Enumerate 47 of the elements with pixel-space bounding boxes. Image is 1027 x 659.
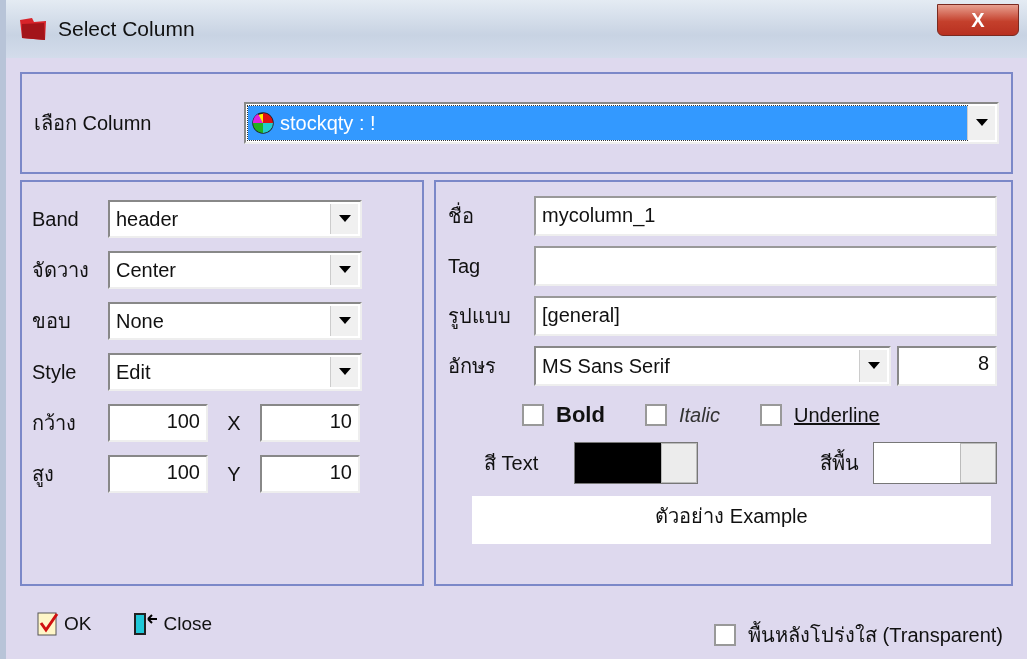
text-field[interactable]: [general]: [534, 296, 997, 336]
field-label: สูง: [32, 462, 55, 489]
field-label: Style: [32, 360, 78, 384]
dropdown[interactable]: Edit: [108, 353, 362, 391]
text-field[interactable]: mycolumn_1: [534, 196, 997, 236]
color-picker-button[interactable]: [661, 443, 698, 483]
color-picker-button[interactable]: [960, 443, 996, 483]
field-label: สีพื้น: [820, 447, 859, 479]
field-label: Tag: [448, 254, 482, 278]
dropdown[interactable]: Center: [108, 251, 362, 289]
checkbox-label: Bold: [556, 402, 605, 428]
field-label: ขอบ: [32, 309, 72, 334]
number-field[interactable]: 10: [260, 404, 360, 442]
field-label: กว้าง: [32, 411, 77, 436]
checkbox-label: Underline: [794, 403, 880, 427]
field-label: ชื่อ: [448, 200, 534, 232]
number-field[interactable]: 10: [260, 455, 360, 493]
folder-icon: [18, 16, 48, 42]
number-field[interactable]: 100: [108, 404, 208, 442]
field-label: Band: [32, 207, 80, 231]
checklist-icon: [36, 611, 60, 637]
field-label: สี Text: [484, 451, 539, 476]
close-button[interactable]: Close: [131, 611, 213, 637]
checkbox[interactable]: [522, 404, 544, 426]
checkbox[interactable]: [644, 404, 667, 426]
field-label: X: [226, 411, 242, 435]
field-label: เลือก Column: [34, 111, 153, 136]
text-field[interactable]: [534, 246, 997, 286]
pie-chart-icon: [252, 112, 274, 134]
preview-text: ตัวอย่าง Example: [472, 496, 991, 544]
ok-button[interactable]: OK: [36, 611, 92, 637]
number-field[interactable]: 100: [108, 455, 208, 493]
checkbox-label: Italic: [678, 403, 720, 427]
field-label: อักษร: [448, 354, 497, 379]
dropdown[interactable]: header: [108, 200, 362, 238]
checkbox[interactable]: [760, 404, 782, 426]
field-label: Y: [226, 462, 242, 486]
dropdown[interactable]: None: [108, 302, 362, 340]
close-button[interactable]: X: [937, 4, 1019, 36]
field-label: รูปแบบ: [448, 304, 512, 331]
window-title: Select Column: [58, 17, 195, 41]
font-size-field[interactable]: 8: [897, 346, 997, 386]
door-exit-icon: [131, 611, 160, 637]
font-dropdown[interactable]: MS Sans Serif: [534, 346, 891, 386]
checkbox-label: พื้นหลังโปร่งใส (Transparent): [748, 619, 1003, 651]
field-label: จัดวาง: [32, 258, 90, 283]
checkbox[interactable]: [714, 624, 737, 646]
